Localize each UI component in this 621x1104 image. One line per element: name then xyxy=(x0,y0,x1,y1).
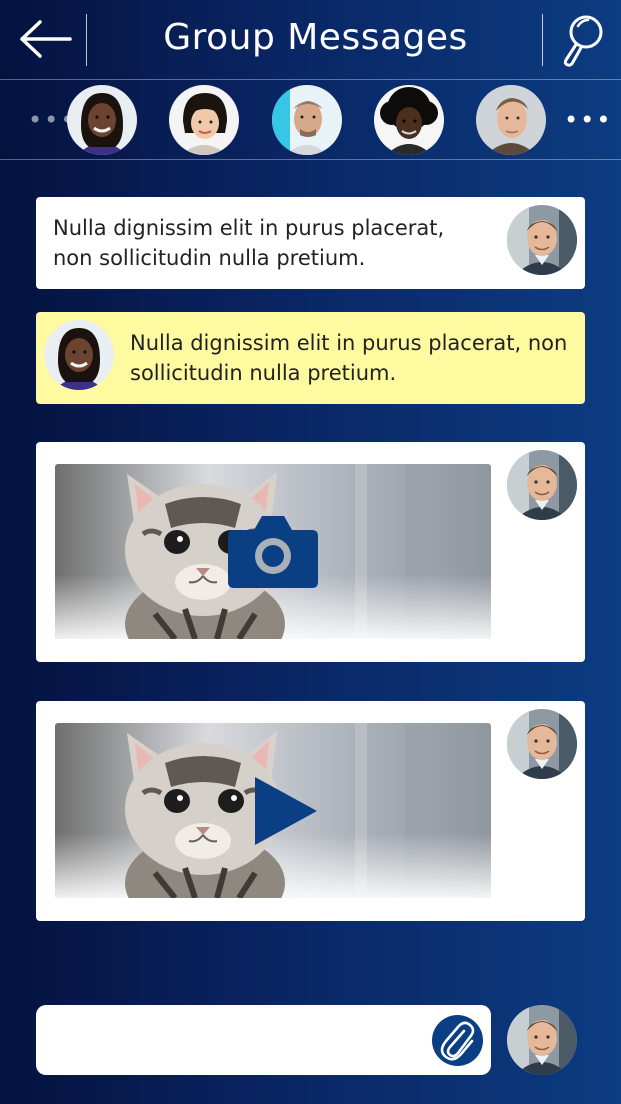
contact-avatar-1[interactable] xyxy=(67,85,137,155)
arrow-left-icon xyxy=(20,20,72,58)
message-text: Nulla dignissim elit in purus placerat, … xyxy=(53,216,445,270)
woman-short-hair-avatar xyxy=(169,85,239,155)
page-title: Group Messages xyxy=(163,17,468,58)
my-avatar[interactable] xyxy=(507,1005,577,1075)
camera-icon xyxy=(228,516,318,588)
photo-message-card[interactable] xyxy=(36,442,585,662)
app-header: Group Messages xyxy=(0,0,621,80)
play-icon xyxy=(255,777,317,845)
woman-smiling-avatar xyxy=(67,85,137,155)
paperclip-icon xyxy=(440,1021,475,1061)
photo-attachment[interactable] xyxy=(55,464,491,639)
message-input[interactable] xyxy=(52,1017,432,1063)
sender-avatar[interactable] xyxy=(44,320,114,390)
man-shaved-head-avatar xyxy=(272,85,342,155)
man-avatar xyxy=(507,205,577,275)
search-button[interactable] xyxy=(558,12,608,68)
contact-avatar-4[interactable] xyxy=(374,85,444,155)
message-card[interactable]: Nulla dignissim elit in purus placerat, … xyxy=(36,197,585,289)
header-divider-left xyxy=(86,14,87,66)
man-avatar xyxy=(507,450,577,520)
header-divider-right xyxy=(542,14,543,66)
man-afro-avatar xyxy=(374,85,444,155)
man-avatar xyxy=(507,709,577,779)
woman-smiling-avatar xyxy=(44,320,114,390)
back-button[interactable] xyxy=(14,16,76,62)
video-message-card[interactable] xyxy=(36,701,585,921)
sender-avatar[interactable] xyxy=(507,450,577,520)
contacts-strip: ••• ••• xyxy=(0,80,621,160)
contact-avatar-2[interactable] xyxy=(169,85,239,155)
search-icon xyxy=(563,15,603,67)
man-short-hair-avatar xyxy=(476,85,546,155)
attach-button[interactable] xyxy=(432,1015,483,1066)
contact-avatar-5[interactable] xyxy=(476,85,546,155)
message-text: Nulla dignissim elit in purus placerat, … xyxy=(130,331,568,385)
more-contacts-right-icon[interactable]: ••• xyxy=(564,108,612,132)
contact-avatar-3[interactable] xyxy=(272,85,342,155)
video-attachment[interactable] xyxy=(55,723,491,898)
compose-bar xyxy=(36,1005,491,1075)
man-avatar xyxy=(507,1005,577,1075)
sender-avatar[interactable] xyxy=(507,709,577,779)
sender-avatar[interactable] xyxy=(507,205,577,275)
message-card-highlighted[interactable]: Nulla dignissim elit in purus placerat, … xyxy=(36,312,585,404)
